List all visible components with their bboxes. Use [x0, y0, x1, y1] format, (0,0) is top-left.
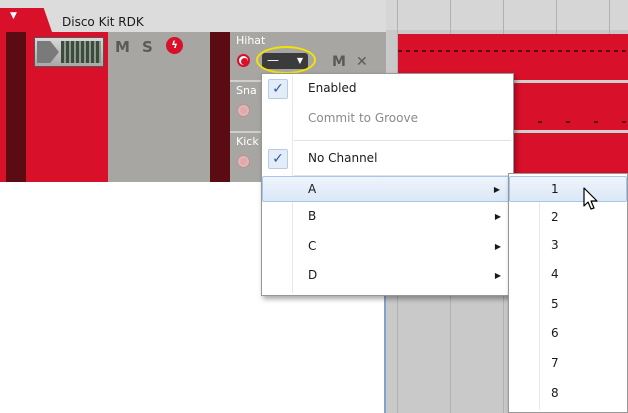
device-tab[interactable]	[0, 8, 52, 32]
submenu-item-label: 3	[551, 238, 559, 252]
submenu-item-label: 5	[551, 297, 559, 311]
menu-item-label: No Channel	[308, 151, 378, 165]
submenu-item-1[interactable]: 1	[509, 176, 627, 202]
fold-arrow-icon[interactable]: ▼	[10, 12, 17, 21]
menu-item-channel-d[interactable]: D ▶	[262, 263, 513, 289]
lane-close-button[interactable]: ✕	[356, 54, 368, 70]
submenu-item-label: 4	[551, 267, 559, 281]
menu-item-no-channel[interactable]: ✓ No Channel	[262, 146, 513, 172]
submenu-item-label: 8	[551, 386, 559, 400]
device-solo-button[interactable]: S	[142, 38, 153, 56]
submenu-item-label: 2	[551, 210, 559, 224]
menu-item-label: Enabled	[308, 81, 357, 95]
menu-item-channel-a[interactable]: A ▶	[262, 176, 513, 202]
lane-mute-button[interactable]: M	[332, 54, 346, 70]
submenu-item-4[interactable]: 4	[509, 262, 627, 288]
device-arrow-icon	[37, 41, 59, 63]
record-icon	[240, 158, 247, 165]
submenu-item-6[interactable]: 6	[509, 321, 627, 347]
menu-item-label: D	[308, 268, 318, 282]
clip-notes	[398, 50, 628, 52]
mouse-cursor-icon	[583, 187, 598, 210]
lane-color-bar	[210, 32, 230, 182]
record-icon	[240, 107, 247, 114]
menu-item-label: C	[308, 239, 317, 253]
menu-item-channel-b[interactable]: B ▶	[262, 204, 513, 230]
submenu-arrow-icon: ▶	[494, 271, 501, 280]
lane-name-hihat: Hihat	[236, 34, 266, 47]
lane-name-snare: Sna	[236, 84, 257, 97]
device-mute-button[interactable]: M	[115, 38, 130, 56]
submenu-item-label: 6	[551, 326, 559, 340]
record-arm-button[interactable]	[237, 155, 250, 168]
lane-name-kick: Kick	[236, 135, 259, 148]
submenu-arrow-icon: ▶	[494, 212, 501, 221]
submenu-item-label: 1	[551, 182, 559, 196]
device-name: Disco Kit RDK	[62, 15, 144, 29]
submenu-item-label: 7	[551, 356, 559, 370]
record-arm-button[interactable]	[237, 54, 250, 67]
menu-item-label: A	[308, 182, 317, 196]
menu-item-label: B	[308, 209, 317, 223]
submenu-item-8[interactable]: 8	[509, 381, 627, 407]
channel-context-menu: ✓ Enabled Commit to Groove ✓ No Channel …	[261, 73, 514, 296]
submenu-item-7[interactable]: 7	[509, 351, 627, 377]
menu-separator	[294, 140, 511, 141]
submenu-item-3[interactable]: 3	[509, 233, 627, 259]
menu-item-enabled[interactable]: ✓ Enabled	[262, 76, 513, 102]
channel-submenu: 1 2 3 4 5 6 7 8	[508, 173, 628, 413]
menu-item-commit-to-groove[interactable]: Commit to Groove	[262, 106, 513, 132]
kit-thumbnail[interactable]	[34, 37, 104, 67]
device-title-strip	[0, 0, 386, 32]
record-icon	[241, 58, 248, 65]
menu-item-channel-c[interactable]: C ▶	[262, 234, 513, 260]
menu-item-label: Commit to Groove	[308, 111, 418, 125]
submenu-arrow-icon: ▶	[494, 242, 501, 251]
check-icon: ✓	[268, 149, 288, 169]
submenu-item-5[interactable]: 5	[509, 292, 627, 318]
check-icon: ✓	[268, 79, 288, 99]
highlight-ring	[256, 46, 316, 74]
kit-panel-graphic	[61, 41, 101, 63]
power-icon[interactable]: ϟ	[166, 37, 183, 54]
record-arm-button[interactable]	[237, 104, 250, 117]
device-color-bar	[6, 32, 26, 182]
submenu-item-2[interactable]: 2	[509, 205, 627, 231]
submenu-arrow-icon: ▶	[493, 185, 500, 194]
timeline-ruler[interactable]	[386, 0, 628, 30]
